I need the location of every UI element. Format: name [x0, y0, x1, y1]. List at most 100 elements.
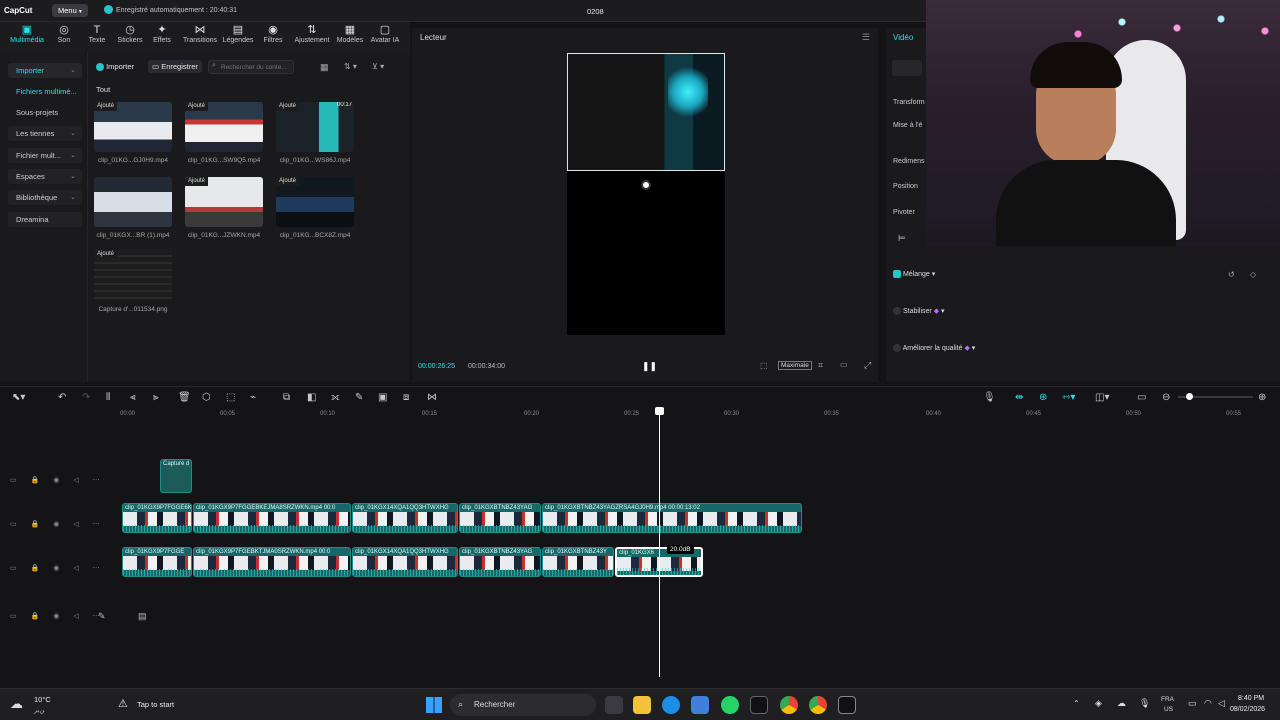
whatsapp-icon[interactable] [721, 696, 739, 714]
more-icon[interactable]: ⋈ [427, 392, 437, 403]
chrome-icon[interactable] [780, 696, 798, 714]
video-overlay-frame[interactable] [567, 53, 725, 171]
track-controls[interactable]: ▭ 🔒 ◉ ◁ ⋯ [10, 520, 106, 528]
sidebar-item-les-tiennes[interactable]: Les tiennes ⌄ [8, 126, 82, 141]
tab-legendes[interactable]: ▤ Légendes [219, 24, 257, 44]
media-thumb[interactable]: Ajouté 00:17 [276, 102, 354, 152]
clock-time[interactable]: 8:40 PM [1238, 695, 1264, 702]
tab-video[interactable]: Vidéo [893, 33, 913, 42]
sidebar-item-sous-projets[interactable]: Sous-projets [8, 105, 82, 120]
enhance-toggle[interactable]: Améliorer la qualité ◆ ▾ [893, 344, 975, 353]
taskbar-search[interactable]: ⌕ Rechercher [450, 694, 596, 716]
props-search[interactable] [892, 60, 922, 76]
ruler[interactable]: 00:00 00:05 00:10 00:15 00:20 00:25 00:3… [120, 407, 1280, 421]
sidebar-item-importer[interactable]: Importer ⌄ [8, 63, 82, 78]
project-title[interactable]: 0208 [587, 7, 604, 16]
preview-axis-icon[interactable]: ◫▾ [1095, 392, 1109, 403]
volume-icon[interactable]: ◁ [1218, 698, 1225, 709]
image-clip[interactable]: Capture d [160, 459, 192, 493]
playhead-handle[interactable] [655, 407, 664, 415]
crop-icon[interactable]: ⬚ [760, 361, 768, 370]
media-thumb[interactable] [94, 177, 172, 227]
wifi-icon[interactable]: ◠ [1204, 698, 1212, 709]
zoom-slider[interactable] [1178, 393, 1253, 400]
edit-pencil-icon[interactable]: ✎ [98, 611, 106, 622]
tray-chevron-icon[interactable]: ⌃ [1073, 699, 1080, 708]
tab-filtres[interactable]: ◉ Filtres [254, 24, 292, 44]
snap-icon[interactable]: ⇿▾ [1062, 392, 1075, 403]
undo-icon[interactable]: ↶ [58, 392, 66, 403]
marker-icon[interactable]: ⬡ [202, 392, 211, 403]
media-thumb[interactable]: Ajouté [185, 177, 263, 227]
mirror-icon[interactable]: ⟗ [331, 392, 340, 403]
video-clip[interactable]: clip_01KGXBTNBZ43Y [542, 547, 614, 577]
link-icon[interactable]: ⇹ [1015, 392, 1023, 403]
fit-icon[interactable]: ⌗ [818, 360, 823, 371]
align-icon[interactable]: ⊨ [898, 233, 906, 244]
file-explorer-icon[interactable] [633, 696, 651, 714]
freeze-icon[interactable]: ⧉ [283, 392, 290, 403]
store-icon[interactable] [691, 696, 709, 714]
video-clip[interactable]: clip_01KGX9P7FGGE [122, 547, 192, 577]
chrome-profile-icon[interactable] [809, 696, 827, 714]
magic-icon[interactable]: ✎ [355, 392, 363, 403]
search-input[interactable] [208, 60, 294, 74]
video-clip[interactable]: clip_01KGXBTNBZ43YAGZRSA4GJ0H9.mp4 00:00… [542, 503, 802, 533]
pause-icon[interactable]: ❚❚ [642, 361, 657, 372]
transform-icon[interactable]: ⧈ [403, 392, 409, 403]
tip-text[interactable]: Tap to start [137, 700, 174, 709]
import-button[interactable]: Importer [96, 62, 134, 72]
filter-icon[interactable]: ⊻ ▾ [372, 62, 384, 71]
sidebar-item-fichiers-multimedia[interactable]: Fichiers multimé... [8, 84, 82, 99]
video-clip[interactable]: clip_01KGXBTNBZ43YAG [459, 503, 541, 533]
clock-date[interactable]: 08/02/2026 [1230, 706, 1265, 713]
reverse-icon[interactable]: ◧ [307, 392, 316, 403]
network-icon[interactable]: ▭ [1188, 698, 1197, 709]
video-clip[interactable]: clip_01KGX9P7FGGE6K [122, 503, 192, 533]
speed-icon[interactable]: ⌁ [250, 392, 256, 403]
caption-icon[interactable]: ▭ [1137, 392, 1146, 403]
split-right-icon[interactable]: ⫸ [153, 392, 159, 403]
zoom-out-icon[interactable]: ⊖ [1162, 392, 1170, 403]
stabilize-toggle[interactable]: Stabiliser ◆ ▾ [893, 307, 945, 316]
menu-icon[interactable]: ☰ [862, 32, 870, 43]
cover-icon[interactable]: ▤ [138, 611, 147, 622]
microphone-icon[interactable]: 🎙 [983, 392, 996, 403]
subtitle-icon[interactable]: ▣ [378, 392, 387, 403]
redo-icon[interactable]: ↷ [82, 392, 90, 403]
aspect-icon[interactable]: ▭ [840, 360, 848, 369]
split-left-icon[interactable]: ⫷ [130, 392, 136, 403]
playhead[interactable] [659, 407, 660, 677]
video-clip[interactable]: clip_01KGXBTNBZ43YAG [459, 547, 541, 577]
edge-icon[interactable] [662, 696, 680, 714]
video-canvas[interactable] [567, 53, 725, 335]
delete-icon[interactable]: 🗑 [178, 392, 191, 403]
track-controls[interactable]: ▭ 🔒 ◉ ◁ ⋯ [10, 564, 106, 572]
video-clip[interactable]: clip_01KGX9P7FGGEBKEJMA8SRZWKN.mp4 00:0 [193, 503, 351, 533]
media-thumb[interactable]: Ajouté [94, 102, 172, 152]
sidebar-item-dreamina[interactable]: Dreamina [8, 212, 82, 227]
tab-modeles[interactable]: ▦ Modèles [331, 24, 369, 44]
zoom-in-icon[interactable]: ⊕ [1258, 392, 1266, 403]
zoom-knob[interactable] [1186, 393, 1193, 400]
video-clip[interactable]: clip_01KGX14XQA1QQ3HTWXHG [352, 547, 458, 577]
sidebar-item-fichier-mult[interactable]: Fichier mult... ⌄ [8, 148, 82, 163]
menu-button[interactable]: Menu ▾ [52, 4, 88, 17]
tray-mic-icon[interactable]: 🎙 [1139, 698, 1150, 709]
tab-ajustement[interactable]: ⇅ Ajustement [291, 24, 333, 44]
task-view-icon[interactable] [605, 696, 623, 714]
ratio-button[interactable]: Maximale [778, 361, 812, 370]
tab-transitions[interactable]: ⋈ Transitions [181, 24, 219, 44]
crop-tool-icon[interactable]: ⬚ [226, 392, 235, 403]
sort-icon[interactable]: ⇅ ▾ [344, 62, 357, 71]
record-button[interactable]: ▭ Enregistrer [148, 60, 202, 73]
tab-multimedia[interactable]: ▣ Multimédia [8, 24, 46, 44]
filter-all[interactable]: Tout [96, 85, 110, 94]
media-thumb[interactable]: Ajouté [94, 250, 172, 300]
windows-start-icon[interactable] [426, 697, 442, 713]
tray-app-icon[interactable]: ◈ [1095, 698, 1102, 709]
magnet-icon[interactable]: ⊛ [1039, 392, 1047, 403]
lang-bottom[interactable]: US [1164, 706, 1173, 713]
fullscreen-icon[interactable]: ⤢ [864, 360, 871, 371]
grid-view-icon[interactable]: ▦ [320, 62, 329, 73]
